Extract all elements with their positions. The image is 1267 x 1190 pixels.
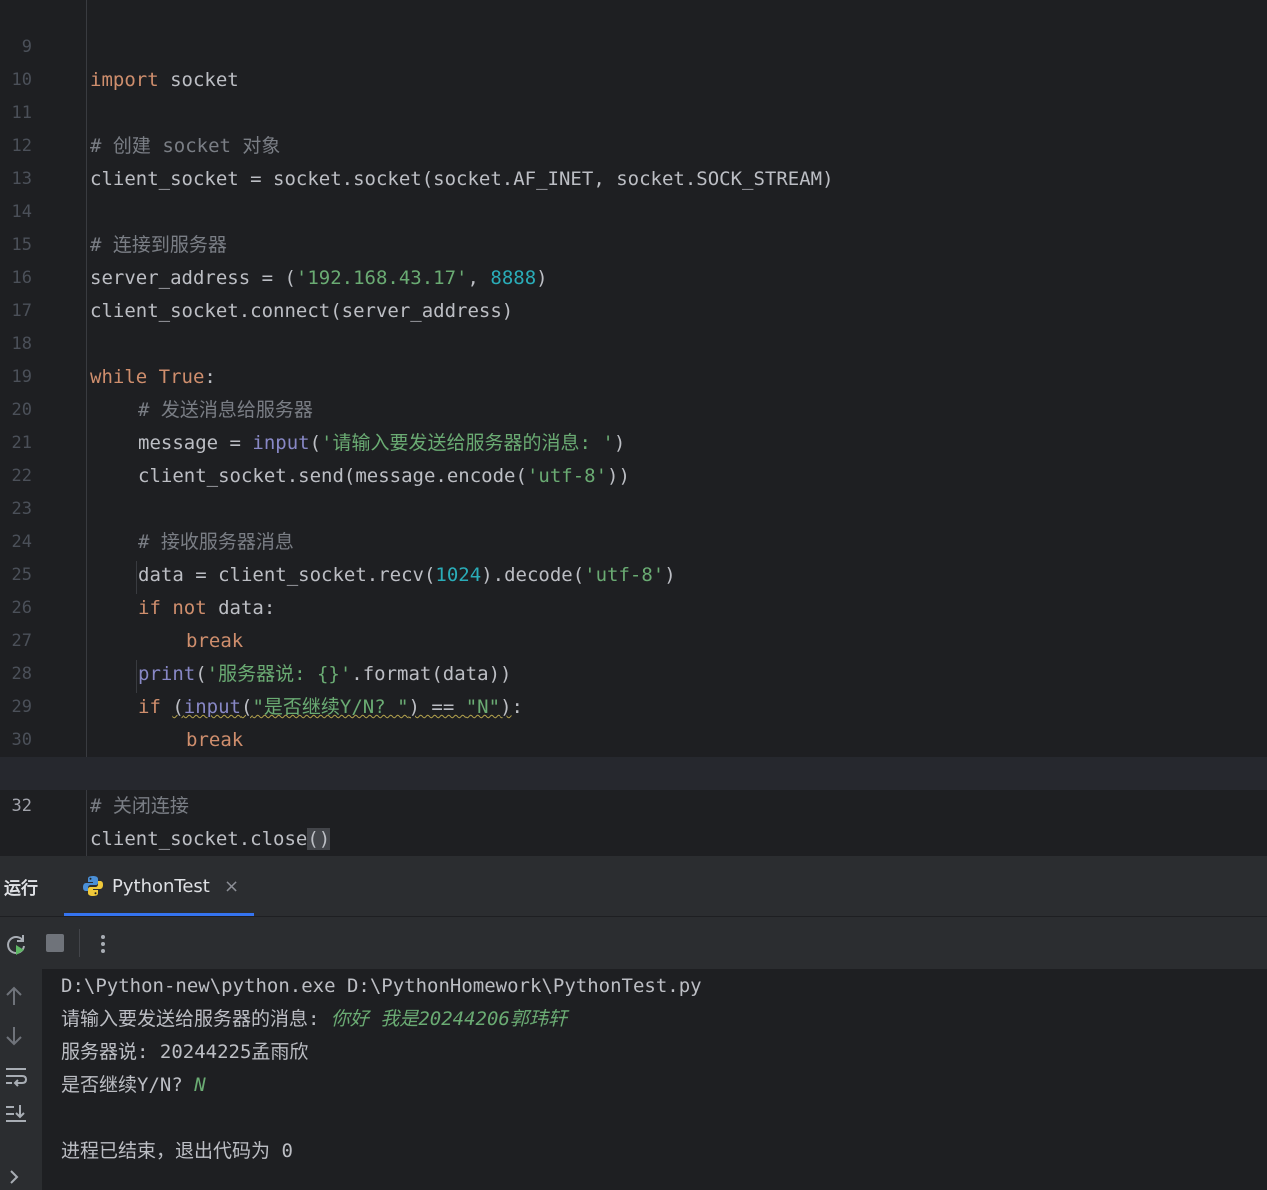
user-input-text: N bbox=[194, 1074, 206, 1096]
code-line[interactable]: 9 import socket bbox=[0, 0, 1267, 91]
code-line[interactable]: 20 message = input('请输入要发送给服务器的消息: ') bbox=[0, 361, 1267, 454]
code-line[interactable]: 12 client_socket = socket.socket(socket.… bbox=[0, 97, 1267, 190]
arrow-down-icon[interactable] bbox=[4, 1025, 24, 1047]
console-line: 服务器说: 20244225孟雨欣 bbox=[61, 1041, 309, 1063]
console-output[interactable]: D:\Python-new\python.exe D:\PythonHomewo… bbox=[42, 969, 1267, 1190]
matched-parens: () bbox=[307, 828, 331, 850]
code-line[interactable]: 17 bbox=[0, 262, 1267, 321]
code-line[interactable]: 28 if (input("是否继续Y/N? ") == "N"): bbox=[0, 625, 1267, 718]
code-line[interactable]: 24 data = client_socket.recv(1024).decod… bbox=[0, 493, 1267, 586]
console-command-line: D:\Python-new\python.exe D:\PythonHomewo… bbox=[61, 975, 702, 997]
code-line[interactable]: 30 bbox=[0, 691, 1267, 750]
python-icon bbox=[83, 876, 103, 896]
code-line[interactable]: 31 # 关闭连接 bbox=[0, 724, 1267, 817]
soft-wrap-icon[interactable] bbox=[4, 1065, 28, 1087]
code-line[interactable]: 23 # 接收服务器消息 bbox=[0, 460, 1267, 553]
chevron-right-icon[interactable] bbox=[4, 1167, 24, 1187]
code-editor[interactable]: 9 import socket 10 11 # 创建 socket 对象 12 … bbox=[0, 0, 1267, 856]
run-header: 运行 PythonTest × bbox=[0, 856, 1267, 917]
code-line[interactable]: 25 if not data: bbox=[0, 526, 1267, 619]
code-line[interactable]: 26 break bbox=[0, 559, 1267, 652]
code-line[interactable]: 15 server_address = ('192.168.43.17', 88… bbox=[0, 196, 1267, 289]
code-line[interactable]: 14 # 连接到服务器 bbox=[0, 163, 1267, 256]
code-line[interactable]: 11 # 创建 socket 对象 bbox=[0, 64, 1267, 157]
input-prompt: 是否继续Y/N? bbox=[61, 1074, 195, 1096]
console-side-toolbar bbox=[0, 969, 42, 1190]
arrow-up-icon[interactable] bbox=[4, 985, 24, 1007]
run-tool-window: 运行 PythonTest × D:\Python-new\python.exe… bbox=[0, 856, 1267, 1190]
toolbar-divider bbox=[79, 929, 80, 957]
rerun-icon[interactable] bbox=[4, 932, 28, 956]
code-line[interactable]: 13 bbox=[0, 130, 1267, 189]
code-line[interactable]: 22 bbox=[0, 427, 1267, 486]
code-line[interactable]: 29 break bbox=[0, 658, 1267, 751]
run-toolbar bbox=[0, 917, 1267, 969]
tab-pythontest[interactable]: PythonTest × bbox=[64, 856, 254, 916]
run-panel-title: 运行 bbox=[4, 879, 38, 899]
tab-label: PythonTest bbox=[112, 876, 210, 897]
input-prompt: 请输入要发送给服务器的消息: bbox=[61, 1008, 331, 1030]
scroll-to-end-icon[interactable] bbox=[4, 1103, 28, 1125]
code-text: client_socket.close bbox=[90, 828, 308, 850]
code-line[interactable]: 21 client_socket.send(message.encode('ut… bbox=[0, 394, 1267, 487]
code-line[interactable]: 10 bbox=[0, 31, 1267, 90]
code-line[interactable]: 27 print('服务器说: {}'.format(data)) bbox=[0, 592, 1267, 685]
active-tab-indicator bbox=[64, 913, 254, 916]
close-icon[interactable]: × bbox=[224, 876, 239, 897]
line-number: 32 bbox=[11, 796, 32, 816]
console-line: 请输入要发送给服务器的消息: 你好 我是20244206郭玮轩 bbox=[61, 1003, 567, 1036]
process-exit-message: 进程已结束，退出代码为 0 bbox=[61, 1140, 293, 1162]
code-line[interactable]: 19 # 发送消息给服务器 bbox=[0, 328, 1267, 421]
console-line: 是否继续Y/N? N bbox=[61, 1069, 206, 1102]
comment: # 关闭连接 bbox=[90, 795, 189, 817]
code-line-current[interactable]: 32 client_socket.close() bbox=[0, 757, 1267, 850]
user-input-text: 你好 我是20244206郭玮轩 bbox=[330, 1008, 567, 1030]
code-line[interactable]: 18 while True: bbox=[0, 295, 1267, 388]
more-options-icon[interactable] bbox=[96, 932, 110, 956]
stop-icon[interactable] bbox=[46, 934, 64, 952]
code-line[interactable]: 16 client_socket.connect(server_address) bbox=[0, 229, 1267, 322]
